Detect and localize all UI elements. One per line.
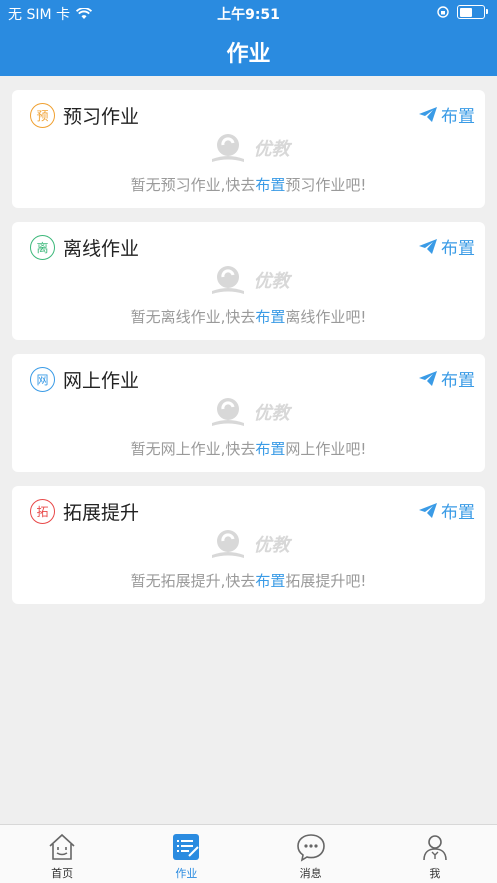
watermark-text: 优教 <box>253 403 290 424</box>
watermark-text: 优教 <box>253 271 290 292</box>
card-title-row: 网 网上作业 <box>30 366 139 393</box>
card-title: 网上作业 <box>63 370 140 392</box>
empty-state-message: 暂无预习作业,快去布置预习作业吧! <box>12 174 485 195</box>
assign-label: 布置 <box>441 503 475 523</box>
assign-link[interactable]: 布置 <box>255 308 285 326</box>
assign-link[interactable]: 布置 <box>255 440 285 458</box>
assign-link[interactable]: 布置 <box>255 176 285 194</box>
youjiao-logo-icon <box>211 266 244 294</box>
tab-label-messages: 消息 <box>299 867 322 880</box>
empty-msg-suffix: 离线作业吧! <box>285 308 367 326</box>
homework-icon <box>173 834 200 860</box>
card-title: 预习作业 <box>63 106 140 128</box>
assign-link[interactable]: 布置 <box>255 572 285 590</box>
assign-label: 布置 <box>441 107 475 127</box>
app-header: 无 SIM 卡 上午9:51 作业 <box>0 0 497 76</box>
empty-state-message: 暂无离线作业,快去布置离线作业吧! <box>12 306 485 327</box>
paper-plane-icon <box>419 502 437 518</box>
youjiao-watermark: 优教 <box>12 528 485 560</box>
tab-label-homework: 作业 <box>175 867 198 880</box>
category-badge-icon: 网 <box>30 367 55 392</box>
empty-msg-prefix: 暂无网上作业,快去 <box>130 440 256 458</box>
homework-card-list: 预 预习作业 布置 优教 暂无预习作业,快去布置预习作业吧! 离 离线作业 布置… <box>12 90 485 618</box>
home-icon <box>49 833 75 860</box>
battery-icon <box>457 5 488 19</box>
empty-msg-suffix: 预习作业吧! <box>285 176 367 194</box>
homework-card: 离 离线作业 布置 优教 暂无离线作业,快去布置离线作业吧! <box>12 222 485 340</box>
watermark-text: 优教 <box>253 139 290 160</box>
card-title-row: 离 离线作业 <box>30 234 139 261</box>
tab-label-profile: 我 <box>429 867 441 880</box>
assign-button[interactable]: 布置 <box>419 366 475 391</box>
page-title: 作业 <box>226 42 271 67</box>
empty-state-message: 暂无网上作业,快去布置网上作业吧! <box>12 438 485 459</box>
empty-msg-prefix: 暂无离线作业,快去 <box>130 308 256 326</box>
category-badge-icon: 预 <box>30 103 55 128</box>
paper-plane-icon <box>419 238 437 254</box>
homework-card: 拓 拓展提升 布置 优教 暂无拓展提升,快去布置拓展提升吧! <box>12 486 485 604</box>
card-title-row: 拓 拓展提升 <box>30 498 139 525</box>
empty-state-message: 暂无拓展提升,快去布置拓展提升吧! <box>12 570 485 591</box>
assign-button[interactable]: 布置 <box>419 102 475 127</box>
profile-icon <box>423 835 447 861</box>
tab-homework[interactable]: 作业 <box>124 825 248 883</box>
tab-profile[interactable]: 我 <box>373 825 497 883</box>
tab-messages[interactable]: 消息 <box>249 825 373 883</box>
status-right <box>437 5 488 19</box>
message-icon <box>296 834 325 862</box>
youjiao-watermark: 优教 <box>12 396 485 428</box>
homework-card: 网 网上作业 布置 优教 暂无网上作业,快去布置网上作业吧! <box>12 354 485 472</box>
status-time: 上午9:51 <box>217 7 280 23</box>
assign-button[interactable]: 布置 <box>419 234 475 259</box>
empty-msg-suffix: 拓展提升吧! <box>285 572 367 590</box>
homework-card: 预 预习作业 布置 优教 暂无预习作业,快去布置预习作业吧! <box>12 90 485 208</box>
card-title: 离线作业 <box>63 238 140 260</box>
tab-home[interactable]: 首页 <box>0 825 124 883</box>
empty-msg-prefix: 暂无拓展提升,快去 <box>130 572 256 590</box>
paper-plane-icon <box>419 370 437 386</box>
youjiao-logo-icon <box>211 530 244 558</box>
youjiao-logo-icon <box>211 134 244 162</box>
status-bar: 无 SIM 卡 上午9:51 <box>0 0 497 26</box>
card-title: 拓展提升 <box>63 502 140 524</box>
assign-button[interactable]: 布置 <box>419 498 475 523</box>
empty-msg-suffix: 网上作业吧! <box>285 440 367 458</box>
battery-level <box>459 7 473 17</box>
category-badge-icon: 拓 <box>30 499 55 524</box>
assign-label: 布置 <box>441 239 475 259</box>
watermark-text: 优教 <box>253 535 290 556</box>
assign-label: 布置 <box>441 371 475 391</box>
youjiao-logo-icon <box>211 398 244 426</box>
paper-plane-icon <box>419 106 437 122</box>
youjiao-watermark: 优教 <box>12 264 485 296</box>
card-title-row: 预 预习作业 <box>30 102 139 129</box>
youjiao-watermark: 优教 <box>12 132 485 164</box>
category-badge-icon: 离 <box>30 235 55 260</box>
tab-label-home: 首页 <box>51 867 74 880</box>
empty-msg-prefix: 暂无预习作业,快去 <box>130 176 256 194</box>
bottom-tab-bar: 首页 作业 消息 我 <box>0 824 497 883</box>
orientation-lock-icon <box>437 6 449 18</box>
